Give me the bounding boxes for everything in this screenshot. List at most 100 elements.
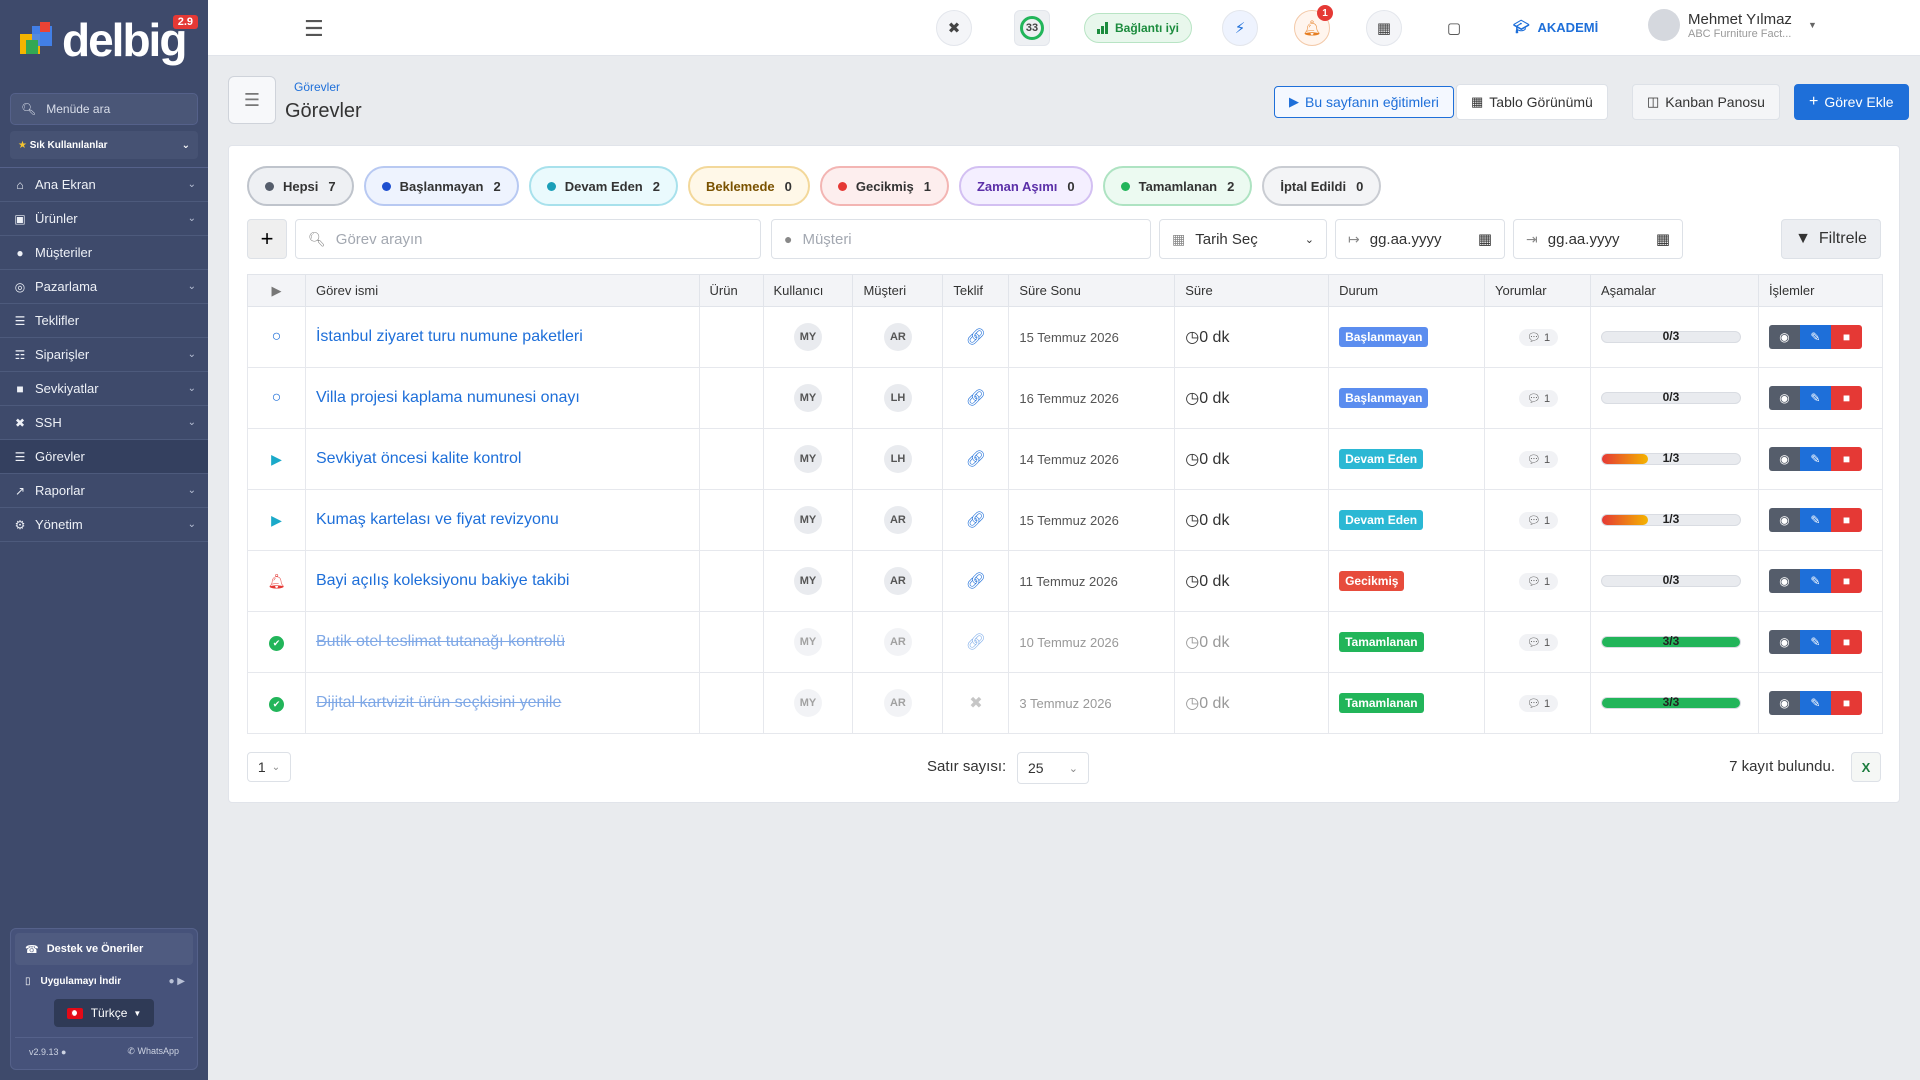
comments-badge[interactable]: 💬︎ 1 (1519, 694, 1559, 712)
column-header[interactable]: Ürün (698, 274, 764, 307)
edit-button[interactable]: ✎ (1799, 630, 1831, 654)
link-icon[interactable]: 🔗︎ (966, 573, 986, 590)
export-excel-button[interactable]: X (1851, 752, 1881, 782)
play-all-header[interactable]: ▶ (247, 274, 306, 307)
link-icon[interactable]: 🔗︎ (966, 451, 986, 468)
comments-badge[interactable]: 💬︎ 1 (1519, 511, 1559, 529)
user-initials-avatar[interactable]: MY (793, 689, 822, 717)
column-header[interactable]: Görev ismi (304, 274, 700, 307)
user-initials-avatar[interactable]: MY (793, 384, 822, 412)
status-chip[interactable]: Gecikmiş 1 (819, 166, 949, 206)
status-icon-cell[interactable]: ▶ (247, 428, 306, 490)
status-icon-cell[interactable]: ✔ (247, 611, 306, 673)
rows-per-page-select[interactable]: 25 ⌄ (1017, 752, 1089, 784)
store-button[interactable]: ▢ (1436, 10, 1472, 46)
customer-initials-avatar[interactable]: AR (883, 628, 912, 656)
customer-input[interactable]: ● Müşteri (771, 219, 1151, 259)
edit-button[interactable]: ✎ (1799, 386, 1831, 410)
task-name-link[interactable]: Butik otel teslimat tutanağı kontrolü (316, 633, 565, 650)
column-header[interactable]: Durum (1328, 274, 1485, 307)
support-button[interactable]: ☎ Destek ve Öneriler (15, 933, 193, 965)
edit-button[interactable]: ✎ (1799, 447, 1831, 471)
task-name-link[interactable]: İstanbul ziyaret turu numune paketleri (316, 328, 583, 345)
edit-button[interactable]: ✎ (1799, 325, 1831, 349)
view-button[interactable]: ◉ (1768, 508, 1800, 532)
sidebar-item-3[interactable]: ◎ Pazarlama ⌄ (0, 270, 208, 304)
comments-badge[interactable]: 💬︎ 1 (1519, 633, 1559, 651)
status-chip[interactable]: İptal Edildi 0 (1262, 166, 1382, 206)
delete-button[interactable]: ■ (1830, 508, 1862, 532)
view-button[interactable]: ◉ (1768, 447, 1800, 471)
column-header[interactable]: Süre (1174, 274, 1330, 307)
delete-button[interactable]: ■ (1830, 569, 1862, 593)
tutorials-button[interactable]: ▶ Bu sayfanın eğitimleri (1274, 86, 1454, 118)
customer-initials-avatar[interactable]: LH (883, 445, 912, 473)
task-name-link[interactable]: Kumaş kartelası ve fiyat revizyonu (316, 511, 559, 528)
sidebar-item-8[interactable]: ☰ Görevler (0, 440, 208, 474)
status-chip[interactable]: Tamamlanan 2 (1102, 166, 1253, 206)
column-header[interactable]: Kullanıcı (762, 274, 854, 307)
task-search-input[interactable]: 🔍︎ Görev arayın (295, 219, 761, 259)
edit-button[interactable]: ✎ (1799, 691, 1831, 715)
task-name-link[interactable]: Sevkiyat öncesi kalite kontrol (316, 450, 521, 467)
sidebar-item-7[interactable]: ✖ SSH ⌄ (0, 406, 208, 440)
sidebar-item-4[interactable]: ☰ Teklifler (0, 304, 208, 338)
status-chip[interactable]: Beklemede 0 (687, 166, 810, 206)
column-header[interactable]: İşlemler (1757, 274, 1884, 307)
logo[interactable]: delbig 2.9 (0, 0, 208, 80)
date-from-input[interactable]: ↦ gg.aa.yyyy ▦ (1335, 219, 1505, 259)
status-chip[interactable]: Hepsi 7 (247, 166, 354, 206)
breadcrumb[interactable]: Görevler (294, 80, 340, 94)
sidebar-item-1[interactable]: ▣ Ürünler ⌄ (0, 202, 208, 236)
sidebar-item-2[interactable]: ● Müşteriler (0, 236, 208, 270)
view-button[interactable]: ◉ (1768, 569, 1800, 593)
column-header[interactable]: Aşamalar (1589, 274, 1759, 307)
status-icon-cell[interactable]: ✔ (247, 672, 306, 734)
status-chip[interactable]: Zaman Aşımı 0 (958, 166, 1093, 206)
favorites-dropdown[interactable]: ★ Sık Kullanılanlar ⌄ (10, 131, 198, 159)
task-name-link[interactable]: Villa projesi kaplama numunesi onayı (316, 389, 580, 406)
comments-badge[interactable]: 💬︎ 1 (1519, 572, 1559, 590)
sidebar-item-5[interactable]: ☶ Siparişler ⌄ (0, 338, 208, 372)
timer-button[interactable]: 33 (1014, 10, 1050, 46)
table-view-button[interactable]: ▦ Tablo Görünümü (1456, 84, 1608, 120)
user-initials-avatar[interactable]: MY (793, 323, 822, 351)
kanban-button[interactable]: ◫ Kanban Panosu (1632, 84, 1780, 120)
user-initials-avatar[interactable]: MY (793, 567, 822, 595)
status-icon-cell[interactable]: ▶ (247, 489, 306, 551)
task-name-link[interactable]: Dijital kartvizit ürün seçkisini yenile (316, 694, 561, 711)
link-icon[interactable]: 🔗︎ (966, 390, 986, 407)
add-task-button[interactable]: + Görev Ekle (1794, 84, 1909, 120)
comments-badge[interactable]: 💬︎ 1 (1519, 450, 1559, 468)
unlink-icon[interactable]: ✖ (969, 695, 982, 712)
status-icon-cell[interactable]: 🔔︎ (247, 550, 306, 612)
user-initials-avatar[interactable]: MY (793, 506, 822, 534)
status-icon-cell[interactable]: ○ (247, 306, 306, 368)
column-header[interactable]: Müşteri (852, 274, 944, 307)
delete-button[interactable]: ■ (1830, 630, 1862, 654)
view-button[interactable]: ◉ (1768, 630, 1800, 654)
delete-button[interactable]: ■ (1830, 325, 1862, 349)
delete-button[interactable]: ■ (1830, 691, 1862, 715)
customer-initials-avatar[interactable]: AR (883, 689, 912, 717)
view-button[interactable]: ◉ (1768, 325, 1800, 349)
comments-badge[interactable]: 💬︎ 1 (1519, 389, 1559, 407)
calendar-button[interactable]: ▦ (1366, 10, 1402, 46)
sidebar-item-9[interactable]: ↗ Raporlar ⌄ (0, 474, 208, 508)
customer-initials-avatar[interactable]: AR (883, 323, 912, 351)
status-icon-cell[interactable]: ○ (247, 367, 306, 429)
task-name-link[interactable]: Bayi açılış koleksiyonu bakiye takibi (316, 572, 569, 589)
edit-button[interactable]: ✎ (1799, 508, 1831, 532)
column-header[interactable]: Süre Sonu (1008, 274, 1176, 307)
user-initials-avatar[interactable]: MY (793, 628, 822, 656)
whatsapp-link[interactable]: ✆ WhatsApp (127, 1046, 179, 1057)
quick-add-button[interactable]: + (247, 219, 287, 259)
tools-button[interactable]: ✖ (936, 10, 972, 46)
user-menu[interactable]: Mehmet Yılmaz ABC Furniture Fact... ▼ (1648, 9, 1817, 41)
filter-button[interactable]: ▼ Filtrele (1781, 219, 1881, 259)
language-selector[interactable]: Türkçe ▼ (54, 999, 154, 1027)
customer-initials-avatar[interactable]: LH (883, 384, 912, 412)
hamburger-menu-icon[interactable]: ☰ (304, 16, 324, 42)
comments-badge[interactable]: 💬︎ 1 (1519, 328, 1559, 346)
status-chip[interactable]: Başlanmayan 2 (363, 166, 519, 206)
